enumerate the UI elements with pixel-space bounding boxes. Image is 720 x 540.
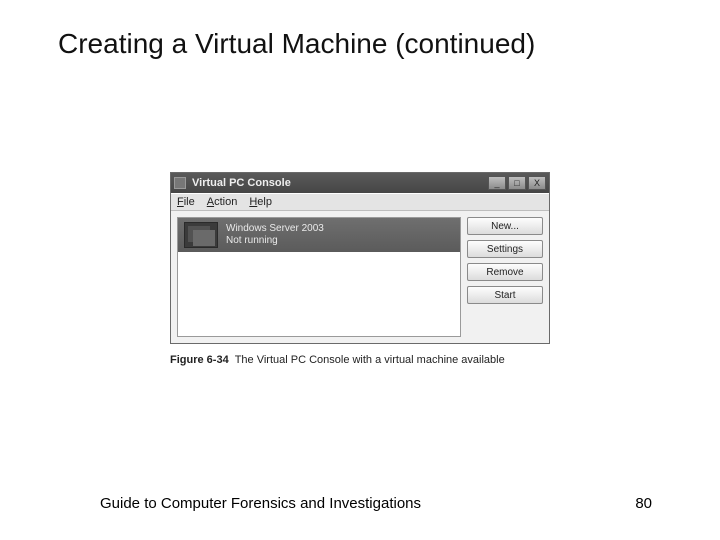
vm-row[interactable]: Windows Server 2003 Not running <box>178 218 460 252</box>
menubar: File Action Help <box>171 193 549 211</box>
footer-text: Guide to Computer Forensics and Investig… <box>100 495 421 512</box>
window-controls: _ □ X <box>488 176 546 190</box>
remove-button[interactable]: Remove <box>467 263 543 281</box>
figure-caption: Figure 6-34 The Virtual PC Console with a… <box>170 354 550 366</box>
vm-name: Windows Server 2003 <box>226 223 324 235</box>
button-column: New... Settings Remove Start <box>467 217 543 337</box>
window-title: Virtual PC Console <box>192 177 488 189</box>
vm-info: Windows Server 2003 Not running <box>226 223 324 247</box>
close-button[interactable]: X <box>528 176 546 190</box>
minimize-button[interactable]: _ <box>488 176 506 190</box>
vm-list[interactable]: Windows Server 2003 Not running <box>177 217 461 337</box>
menu-file[interactable]: File <box>177 196 195 208</box>
figure-area: Virtual PC Console _ □ X File Action Hel… <box>170 172 550 366</box>
app-icon <box>174 177 186 189</box>
menu-action[interactable]: Action <box>207 196 238 208</box>
virtual-pc-window: Virtual PC Console _ □ X File Action Hel… <box>170 172 550 344</box>
settings-button[interactable]: Settings <box>467 240 543 258</box>
menu-help-rest: elp <box>257 196 272 208</box>
vm-thumbnail-icon <box>184 222 218 248</box>
page-number: 80 <box>635 495 652 512</box>
vm-status: Not running <box>226 235 324 247</box>
menu-file-rest: ile <box>184 196 195 208</box>
slide-footer: Guide to Computer Forensics and Investig… <box>0 495 720 512</box>
maximize-button[interactable]: □ <box>508 176 526 190</box>
menu-help[interactable]: Help <box>249 196 272 208</box>
slide-title: Creating a Virtual Machine (continued) <box>58 28 535 60</box>
window-client: Windows Server 2003 Not running New... S… <box>171 211 549 343</box>
menu-action-rest: ction <box>214 196 237 208</box>
figure-caption-text: The Virtual PC Console with a virtual ma… <box>235 354 505 366</box>
new-button[interactable]: New... <box>467 217 543 235</box>
start-button[interactable]: Start <box>467 286 543 304</box>
titlebar: Virtual PC Console _ □ X <box>171 173 549 193</box>
figure-label: Figure 6-34 <box>170 354 229 366</box>
